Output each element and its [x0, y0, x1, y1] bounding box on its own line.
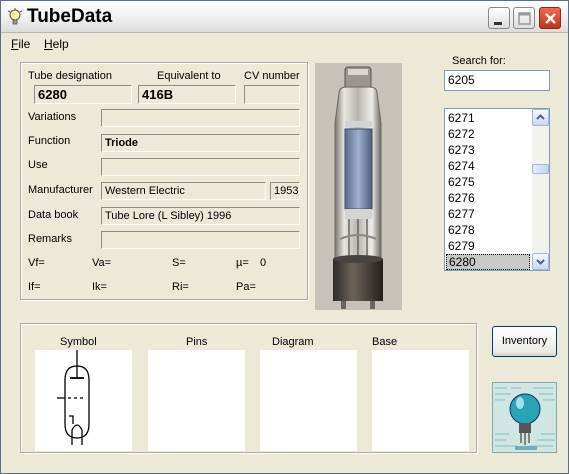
pins-panel: [148, 350, 245, 451]
window-title: TubeData: [27, 6, 113, 27]
databook-field[interactable]: Tube Lore (L Sibley) 1996: [101, 207, 300, 225]
tube-designation-label: Tube designation: [28, 70, 112, 82]
scroll-down-button[interactable]: [532, 253, 549, 270]
scroll-thumb[interactable]: [532, 164, 549, 174]
use-label: Use: [28, 159, 48, 171]
base-label: Base: [372, 336, 398, 348]
s-label: S=: [172, 257, 186, 269]
cv-number-field[interactable]: [244, 85, 300, 104]
ri-label: Ri=: [172, 281, 189, 293]
list-item[interactable]: 6273: [446, 142, 530, 158]
menu-help[interactable]: Help: [44, 37, 69, 51]
equivalent-label: Equivalent to: [157, 70, 221, 82]
list-item[interactable]: 6277: [446, 206, 530, 222]
listbox-scrollbar[interactable]: [532, 109, 549, 270]
mu-value: 0: [260, 257, 267, 269]
if-label: If=: [28, 281, 41, 293]
app-logo: [492, 382, 557, 453]
maximize-button[interactable]: [513, 7, 535, 29]
year-field[interactable]: 1953: [270, 182, 300, 200]
list-item[interactable]: 6275: [446, 174, 530, 190]
tube-photo: [315, 63, 402, 310]
mu-label: µ=: [236, 257, 249, 269]
manufacturer-field[interactable]: Western Electric: [101, 182, 266, 200]
vf-label: Vf=: [28, 257, 45, 269]
function-field[interactable]: Triode: [101, 134, 300, 152]
diagram-panel: [260, 350, 357, 451]
manufacturer-label: Manufacturer: [28, 184, 93, 196]
tube-designation-field[interactable]: 6280: [34, 85, 132, 104]
remarks-label: Remarks: [28, 233, 73, 245]
list-item[interactable]: 6271: [446, 110, 530, 126]
list-item-selected[interactable]: 6280: [446, 254, 530, 270]
menu-file[interactable]: File: [11, 37, 30, 51]
symbol-label: Symbol: [60, 336, 97, 348]
lightbulb-icon: [7, 8, 23, 26]
use-field[interactable]: [101, 158, 300, 176]
scroll-up-button[interactable]: [532, 109, 549, 126]
images-group: Symbol Pins Diagram Base: [20, 323, 477, 453]
chevron-down-icon: [536, 259, 545, 265]
app-window: TubeData File Help Tube designation Equi…: [0, 0, 569, 474]
list-item[interactable]: 6274: [446, 158, 530, 174]
remarks-field[interactable]: [101, 231, 300, 249]
equivalent-field[interactable]: 416B: [138, 85, 236, 104]
minimize-button[interactable]: [488, 7, 510, 29]
pa-label: Pa=: [236, 281, 256, 293]
inventory-button[interactable]: Inventory: [492, 326, 557, 357]
triode-symbol-icon: [57, 350, 90, 445]
chevron-up-icon: [536, 114, 545, 120]
symbol-panel: [35, 350, 132, 451]
list-item[interactable]: 6272: [446, 126, 530, 142]
menu-bar: File Help: [1, 34, 568, 53]
variations-field[interactable]: [101, 109, 300, 127]
cv-number-label: CV number: [244, 70, 300, 82]
databook-label: Data book: [28, 209, 79, 221]
ik-label: Ik=: [92, 281, 107, 293]
base-panel: [372, 350, 469, 451]
close-button[interactable]: [539, 7, 561, 29]
tube-info-group: Tube designation Equivalent to CV number…: [20, 62, 308, 300]
search-input[interactable]: 6205: [444, 70, 550, 91]
list-item[interactable]: 6278: [446, 222, 530, 238]
list-item[interactable]: 6276: [446, 190, 530, 206]
function-label: Function: [28, 135, 71, 147]
va-label: Va=: [92, 257, 112, 269]
list-item[interactable]: 6279: [446, 238, 530, 254]
client-area: Tube designation Equivalent to CV number…: [1, 53, 568, 473]
tube-listbox[interactable]: 6271 6272 6273 6274 6275 6276 6277 6278 …: [444, 108, 550, 271]
close-icon: [545, 13, 556, 24]
minimize-icon: [494, 22, 502, 25]
title-bar[interactable]: TubeData: [1, 1, 568, 33]
pins-label: Pins: [186, 336, 208, 348]
diagram-label: Diagram: [272, 336, 314, 348]
maximize-icon: [518, 12, 531, 25]
search-label: Search for:: [452, 55, 506, 67]
variations-label: Variations: [28, 111, 77, 123]
